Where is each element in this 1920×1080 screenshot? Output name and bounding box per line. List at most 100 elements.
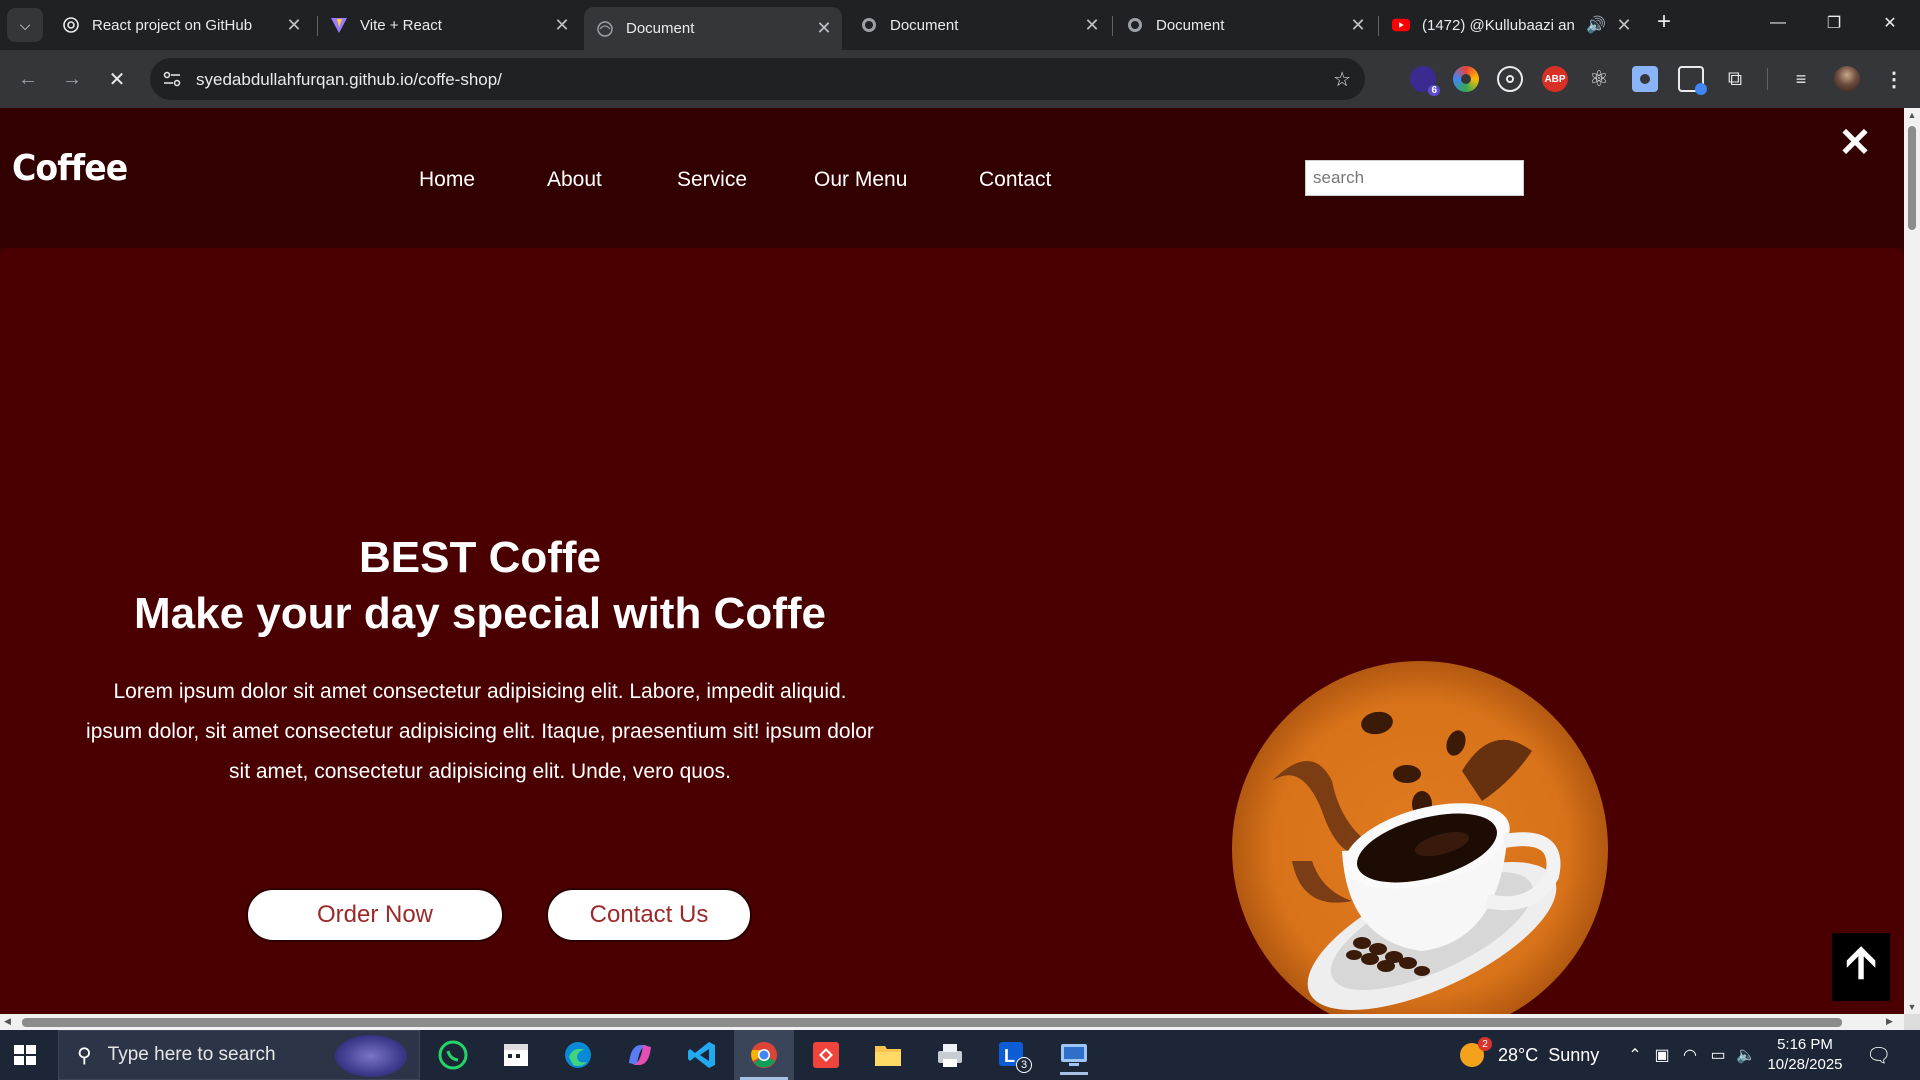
search-icon: ⚲ (77, 1044, 92, 1067)
show-hidden-icons-icon[interactable]: ⌃ (1622, 1045, 1648, 1065)
site-info-icon[interactable] (162, 69, 182, 89)
lens-icon[interactable]: L 3 (992, 1035, 1032, 1075)
screen-capture-icon[interactable] (1632, 66, 1658, 92)
scroll-to-top-button[interactable]: 🡩 (1832, 933, 1890, 1001)
extensions-puzzle-icon[interactable]: ⧉ (1722, 66, 1748, 92)
edge-icon[interactable] (558, 1035, 598, 1075)
nav-our-menu[interactable]: Our Menu (814, 168, 907, 192)
whatsapp-icon[interactable] (433, 1035, 473, 1075)
tab-youtube[interactable]: (1472) @Kullubaazi an 🔊 ✕ (1380, 7, 1642, 43)
running-app-indicator (1060, 1072, 1088, 1075)
bookmark-star-icon[interactable]: ☆ (1333, 67, 1351, 92)
volume-icon[interactable]: 🔈 (1732, 1045, 1760, 1065)
network-icon[interactable]: ◠ (1676, 1045, 1704, 1065)
close-icon[interactable]: ✕ (552, 15, 572, 35)
youtube-icon (1392, 16, 1410, 34)
tab-search-button[interactable]: ⌵ (7, 8, 43, 42)
adblock-icon[interactable]: ABP (1542, 66, 1568, 92)
window-close-button[interactable]: ✕ (1872, 8, 1908, 38)
close-icon[interactable]: ✕ (1082, 15, 1102, 35)
tab-manager-icon[interactable] (1678, 66, 1707, 95)
hero-text-line: sit amet, consectetur adipisicing elit. … (229, 760, 731, 783)
close-icon[interactable]: ✕ (1348, 15, 1368, 35)
weather-temp: 28°C (1498, 1044, 1539, 1065)
taskbar-clock[interactable]: 5:16 PM 10/28/2025 (1760, 1035, 1850, 1075)
scroll-up-arrow-icon[interactable]: ▲ (1907, 110, 1917, 120)
hero-title: BEST Coffe (359, 533, 601, 582)
remote-desktop-icon[interactable] (1054, 1035, 1094, 1075)
tab-react-project[interactable]: React project on GitHub ✕ (50, 7, 312, 43)
close-icon[interactable]: ✕ (814, 18, 834, 39)
windows-taskbar: ⚲ Type here to search L 3 2 28°C Sunny ⌃… (0, 1030, 1920, 1080)
tab-document[interactable]: Document ✕ (848, 7, 1110, 43)
nav-contact[interactable]: Contact (979, 168, 1051, 192)
arrow-up-icon: 🡩 (1845, 937, 1877, 987)
vertical-scroll-thumb[interactable] (1908, 126, 1916, 230)
hero-text-line: Lorem ipsum dolor sit amet consectetur a… (113, 680, 847, 703)
battery-icon[interactable]: ▭ (1704, 1045, 1732, 1065)
target-icon[interactable] (1497, 66, 1523, 92)
lens-badge: 3 (1016, 1057, 1032, 1073)
color-picker-icon[interactable] (1453, 66, 1479, 92)
contact-us-button[interactable]: Contact Us (546, 888, 752, 942)
anydesk-icon[interactable] (806, 1035, 846, 1075)
sun-icon: 2 (1460, 1037, 1492, 1067)
nav-service[interactable]: Service (677, 168, 747, 192)
search-highlight-image[interactable] (335, 1035, 407, 1077)
extension-badge-icon[interactable]: 6 (1410, 66, 1440, 96)
windows-logo-icon (14, 1045, 36, 1065)
copilot-icon[interactable] (620, 1035, 660, 1075)
tab-document-active[interactable]: Document ✕ (584, 7, 842, 50)
vscode-icon[interactable] (682, 1035, 722, 1075)
printer-icon[interactable] (930, 1035, 970, 1075)
back-button[interactable]: ← (14, 65, 42, 93)
chrome-icon[interactable] (734, 1030, 794, 1080)
order-now-button[interactable]: Order Now (246, 888, 504, 942)
site-navbar: Coffee Home About Service Our Menu Conta… (0, 108, 1904, 248)
horizontal-scroll-thumb[interactable] (22, 1018, 1842, 1027)
vertical-scrollbar[interactable]: ▲ ▼ (1904, 108, 1920, 1014)
restore-button[interactable]: ❐ (1816, 8, 1852, 38)
windows-start-button[interactable] (10, 1040, 40, 1070)
scroll-right-arrow-icon[interactable]: ▶ (1886, 1016, 1893, 1027)
forward-button[interactable]: → (58, 65, 86, 93)
weather-widget[interactable]: 2 28°C Sunny (1460, 1030, 1599, 1080)
adblock-label: ABP (1544, 73, 1566, 85)
clock-date: 10/28/2025 (1767, 1056, 1843, 1073)
site-logo[interactable]: Coffee (12, 148, 128, 189)
site-search-input[interactable] (1305, 160, 1524, 196)
coffee-cup-image (1232, 661, 1608, 1014)
tab-separator (1378, 16, 1379, 36)
scroll-down-arrow-icon[interactable]: ▼ (1907, 1002, 1917, 1012)
hero-description: Lorem ipsum dolor sit amet consectetur a… (80, 672, 880, 792)
stop-loading-button[interactable]: ✕ (103, 65, 131, 93)
new-tab-button[interactable]: + (1652, 10, 1676, 35)
profile-avatar-icon[interactable] (1834, 66, 1860, 92)
minimize-button[interactable]: — (1760, 8, 1796, 38)
horizontal-scrollbar[interactable]: ◀ ▶ (0, 1014, 1904, 1030)
scroll-left-arrow-icon[interactable]: ◀ (4, 1016, 11, 1027)
meet-now-icon[interactable]: ▣ (1648, 1045, 1676, 1065)
react-devtools-icon[interactable]: ⚛ (1586, 66, 1612, 92)
system-tray: ⌃ ▣ ◠ ▭ 🔈 (1622, 1030, 1760, 1080)
tab-vite-react[interactable]: Vite + React ✕ (318, 7, 580, 43)
nav-about[interactable]: About (547, 168, 602, 192)
taskbar-search-box[interactable]: ⚲ Type here to search (58, 1030, 420, 1080)
file-explorer-icon[interactable] (868, 1035, 908, 1075)
tab-document[interactable]: Document ✕ (1114, 7, 1376, 43)
address-bar[interactable]: syedabdullahfurqan.github.io/coffe-shop/… (150, 58, 1365, 100)
globe-icon (860, 16, 878, 34)
clapper-icon[interactable] (496, 1035, 536, 1075)
globe-icon (1126, 16, 1144, 34)
svg-text:L: L (1004, 1046, 1015, 1066)
notification-center-icon[interactable]: 🗨 (1866, 1030, 1891, 1080)
close-icon[interactable]: ✕ (1614, 15, 1634, 35)
close-icon[interactable]: ✕ (1834, 121, 1876, 165)
speaker-icon[interactable]: 🔊 (1586, 15, 1606, 35)
badge-count: 6 (1428, 85, 1440, 96)
scrollbar-corner (1904, 1014, 1920, 1030)
browser-menu-icon[interactable]: ⋮ (1880, 65, 1908, 93)
nav-home[interactable]: Home (419, 168, 475, 192)
close-icon[interactable]: ✕ (284, 15, 304, 35)
media-control-icon[interactable]: ≡ (1788, 66, 1814, 92)
